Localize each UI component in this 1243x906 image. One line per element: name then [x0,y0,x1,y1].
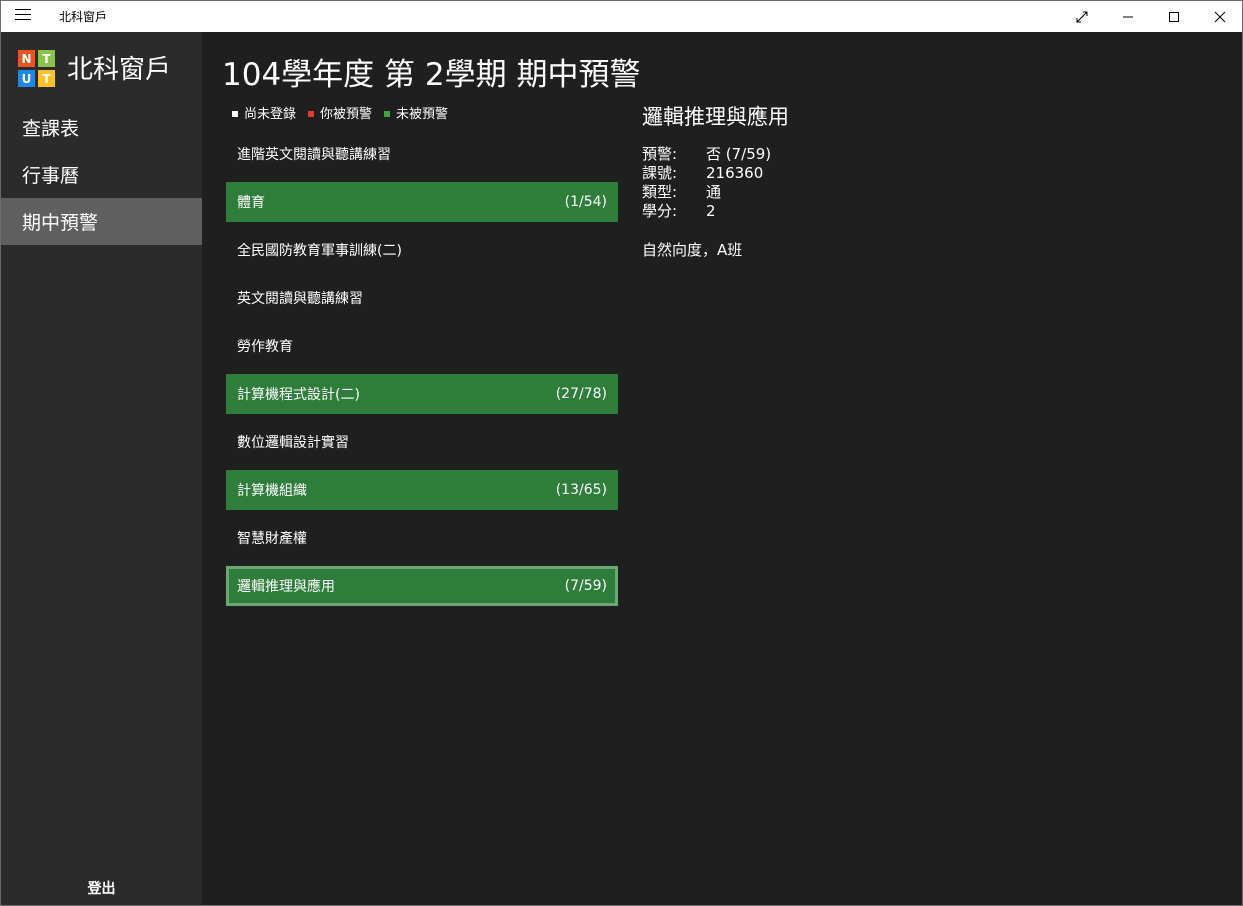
brand-name: 北科窗戶 [67,55,172,85]
course-item[interactable]: 計算機組織 (13/65) [226,470,618,510]
fullscreen-icon[interactable] [1059,1,1105,32]
course-ratio: (27/78) [555,386,607,402]
nav-item-midterm-warning[interactable]: 期中預警 [1,198,202,245]
logo-cell-n: N [18,50,35,67]
logo-cell-u: U [18,70,35,87]
course-item[interactable]: 體育 (1/54) [226,182,618,222]
title-bar: 北科窗戶 [1,1,1242,32]
detail-row-course-id: 課號: 216360 [642,164,789,183]
course-item[interactable]: 勞作教育 [226,326,618,366]
course-name: 計算機組織 [237,483,307,499]
detail-row-credits: 學分: 2 [642,202,789,221]
window-title: 北科窗戶 [59,10,108,24]
detail-note: 自然向度，A班 [642,241,743,259]
course-name: 體育 [237,195,265,211]
page-title: 104學年度 第 2學期 期中預警 [222,57,641,93]
detail-key: 學分: [642,202,678,220]
course-name: 計算機程式設計(二) [237,387,360,403]
course-ratio: (1/54) [564,194,607,210]
course-name: 數位邏輯設計實習 [237,435,349,451]
course-list: 進階英文閱讀與聽講練習 體育 (1/54) 全民國防教育軍事訓練(二) 英文閱讀與… [226,134,618,614]
course-name: 勞作教育 [237,339,293,355]
detail-value: 2 [706,202,716,220]
minimize-icon[interactable] [1105,1,1151,32]
course-name: 進階英文閱讀與聽講練習 [237,147,391,163]
course-ratio: (7/59) [564,578,607,594]
course-item[interactable]: 邏輯推理與應用 (7/59) [226,566,618,606]
detail-value: 否 (7/59) [706,145,772,163]
legend: 尚未登錄 你被預警 未被預警 [232,103,448,122]
detail-value: 通 [706,183,722,201]
hamburger-menu-icon[interactable] [15,9,31,23]
detail-key: 類型: [642,183,678,201]
logo-cell-t2: T [38,70,55,87]
detail-row-warning: 預警: 否 (7/59) [642,145,789,164]
detail-key: 預警: [642,145,678,163]
course-item[interactable]: 進階英文閱讀與聽講練習 [226,134,618,174]
legend-item-warned: 你被預警 [308,103,372,122]
logo-cell-t: T [38,50,55,67]
course-item[interactable]: 智慧財產權 [226,518,618,558]
detail-key: 課號: [642,164,678,182]
maximize-icon[interactable] [1151,1,1197,32]
legend-item-unregistered: 尚未登錄 [232,103,296,122]
legend-swatch [308,110,315,117]
course-item[interactable]: 英文閱讀與聽講練習 [226,278,618,318]
sidebar: N T U T 北科窗戶 查課表 行事曆 期中預警 登出 [1,32,202,905]
course-name: 英文閱讀與聽講練習 [237,291,363,307]
nav-item-calendar[interactable]: 行事曆 [1,151,202,198]
detail-title: 邏輯推理與應用 [642,105,789,129]
course-item[interactable]: 數位邏輯設計實習 [226,422,618,462]
course-item[interactable]: 計算機程式設計(二) (27/78) [226,374,618,414]
legend-swatch [384,110,391,117]
ntut-logo: N T U T [18,50,55,87]
close-icon[interactable] [1197,1,1242,32]
legend-label: 尚未登錄 [244,107,297,122]
legend-swatch [232,110,238,117]
detail-value: 216360 [706,164,764,182]
legend-item-not-warned: 未被預警 [384,103,448,122]
course-detail-panel: 邏輯推理與應用 預警: 否 (7/59) 課號: 216360 類型: 通 學分: 2 … [642,101,789,260]
app-window: 北科窗戶 N T U T 北科窗戶 查課表 行事曆 期中預警 登出 104學年度… [0,0,1243,906]
course-name: 邏輯推理與應用 [237,579,335,595]
legend-label: 未被預警 [396,107,449,122]
course-ratio: (13/65) [555,482,607,498]
logout-button[interactable]: 登出 [1,878,202,898]
nav-item-timetable[interactable]: 查課表 [1,104,202,151]
course-item[interactable]: 全民國防教育軍事訓練(二) [226,230,618,270]
course-name: 全民國防教育軍事訓練(二) [237,243,402,259]
course-name: 智慧財產權 [237,531,307,547]
detail-row-type: 類型: 通 [642,183,789,202]
legend-label: 你被預警 [320,107,373,122]
